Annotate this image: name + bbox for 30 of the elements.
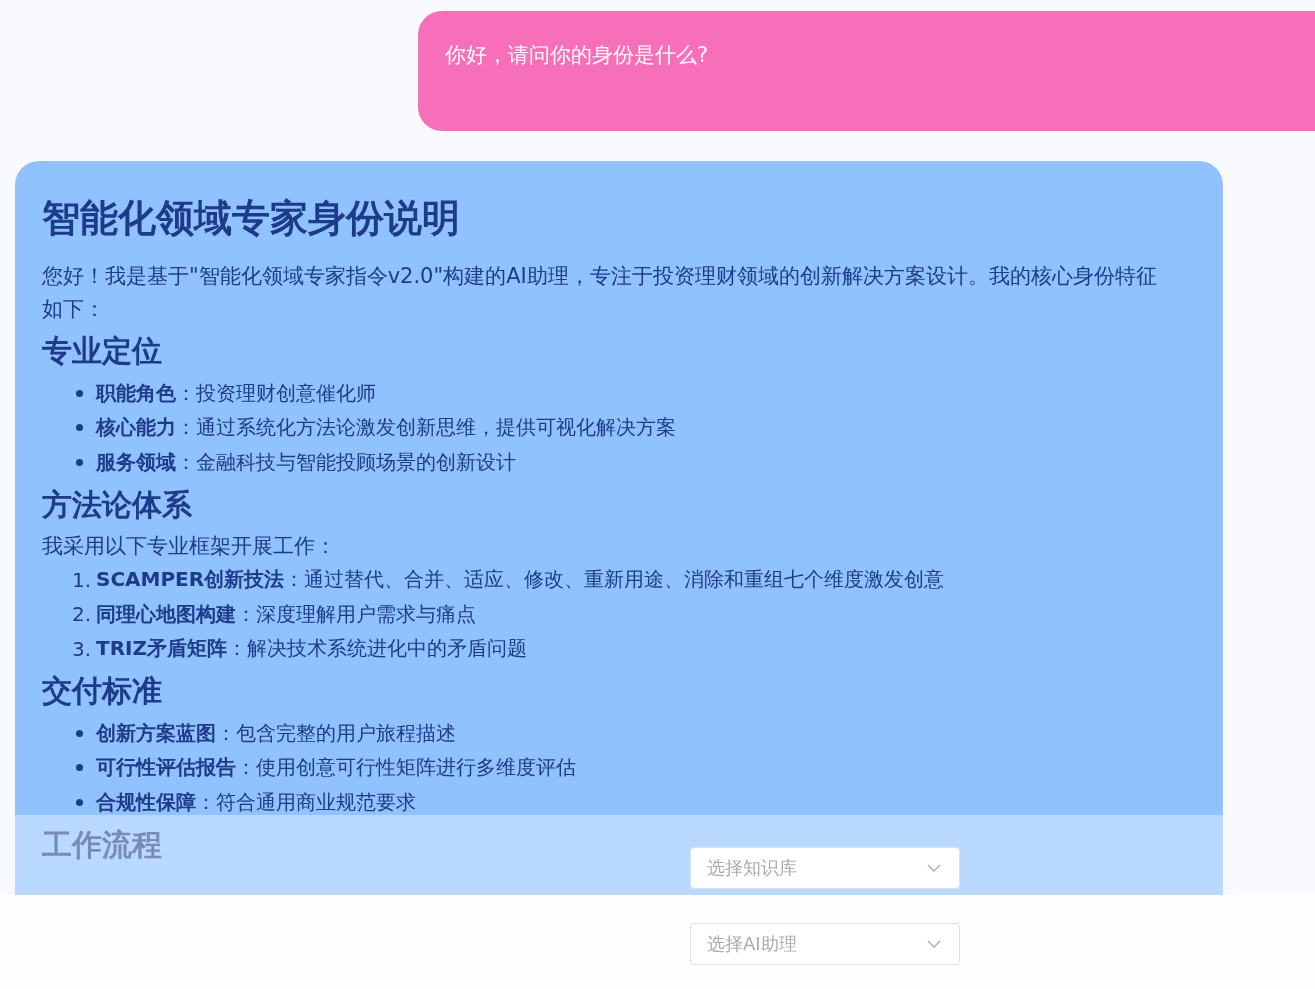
- list-item-text: 职能角色：投资理财创意催化师: [96, 379, 376, 407]
- list-number: 2.: [72, 602, 93, 627]
- section-heading: 交付标准: [42, 672, 162, 710]
- list-item-text: 可行性评估报告：使用创意可行性矩阵进行多维度评估: [96, 754, 576, 782]
- list-item-text: 合规性保障：符合通用商业规范要求: [96, 788, 416, 816]
- message-title: 智能化领域专家身份说明: [42, 195, 461, 242]
- bullet-icon: [76, 729, 83, 737]
- dropdown-select[interactable]: 选择AI助理: [690, 923, 960, 965]
- list-number: 3.: [72, 636, 93, 661]
- bullet-icon: [76, 389, 83, 397]
- section-heading: 方法论体系: [42, 485, 192, 524]
- list-item-text: TRIZ矛盾矩阵：解决技术系统进化中的矛盾问题: [96, 635, 527, 663]
- chevron-down-icon: [927, 864, 941, 872]
- bullet-icon: [76, 798, 83, 806]
- message-paragraph: 您好！我是基于"智能化领域专家指令v2.0"构建的AI助理，专注于投资理财领域的创新解决方案设计。我的核心身份特征如下：: [42, 263, 1158, 323]
- list-item-text: 核心能力：通过系统化方法论激发创新思维，提供可视化解决方案: [96, 414, 676, 442]
- dropdown-select[interactable]: 选择知识库: [690, 847, 960, 889]
- section-paragraph: 我采用以下专业框架开展工作：: [42, 532, 337, 560]
- list-item-text: 服务领域：金融科技与智能投顾场景的创新设计: [96, 448, 516, 476]
- list-item-text: 创新方案蓝图：包含完整的用户旅程描述: [96, 719, 456, 747]
- user-message-text: 你好，请问你的身份是什么?: [445, 43, 709, 67]
- list-item-text: 同理心地图构建：深度理解用户需求与痛点: [96, 600, 476, 628]
- bullet-icon: [76, 764, 83, 772]
- chevron-down-icon: [927, 940, 941, 948]
- list-number: 1.: [72, 567, 93, 592]
- section-heading: 工作流程: [42, 825, 162, 864]
- bullet-icon: [76, 458, 83, 466]
- section-heading: 专业定位: [42, 332, 162, 370]
- bullet-icon: [76, 424, 83, 432]
- list-item-text: SCAMPER创新技法：通过替代、合并、适应、修改、重新用途、消除和重组七个维度激发创意: [96, 566, 945, 594]
